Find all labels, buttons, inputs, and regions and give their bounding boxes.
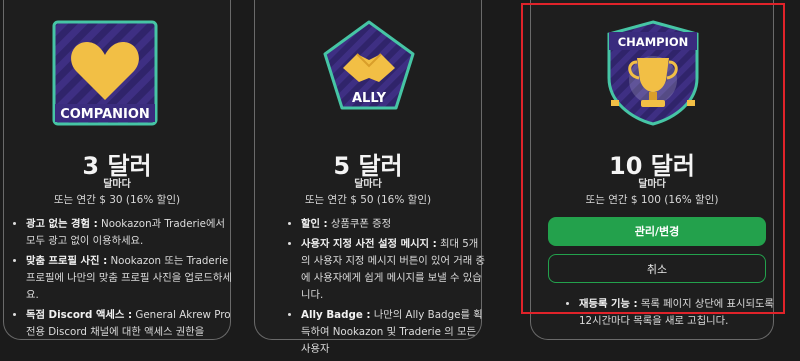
feature-title: 광고 없는 경험 : (26, 218, 98, 230)
ally-badge: ALLY (321, 18, 417, 118)
plan-card-champion: CHAMPION 10 달러 달마다 또는 연간 $ 100 (16% 할인) … (530, 0, 774, 340)
billing-period: 달마다 (354, 179, 382, 190)
feature-item: 재등록 기능 : 목록 페이지 상단에 표시되도록 12시간마다 목록을 새로 … (579, 296, 779, 330)
feature-list: 재등록 기능 : 목록 페이지 상단에 표시되도록 12시간마다 목록을 새로 … (563, 296, 779, 333)
feature-list: 할인 : 상품쿠폰 증정 사용자 지정 사전 설정 메시지 : 최대 5개의 사… (285, 216, 485, 361)
yearly-price: 또는 연간 $ 100 (16% 할인) (585, 194, 719, 206)
feature-title: 독점 Discord 액세스 : (26, 309, 133, 321)
feature-title: 재등록 기능 : (579, 298, 638, 310)
companion-badge: COMPANION (52, 20, 158, 130)
champion-badge: CHAMPION (603, 18, 703, 132)
yearly-price: 또는 연간 $ 30 (16% 할인) (53, 194, 181, 206)
badge-label: ALLY (352, 91, 387, 106)
heart-icon: COMPANION (52, 20, 158, 126)
feature-title: 맞춤 프로필 사진 : (26, 255, 108, 267)
feature-item: 할인 : 상품쿠폰 증정 (301, 216, 485, 233)
cancel-button[interactable]: 취소 (548, 254, 766, 283)
badge-label: COMPANION (60, 107, 150, 122)
feature-title: 할인 : (301, 218, 328, 230)
billing-period: 달마다 (103, 179, 131, 190)
feature-title: Ally Badge : (301, 309, 371, 321)
manage-button[interactable]: 관리/변경 (548, 217, 766, 246)
yearly-price: 또는 연간 $ 50 (16% 할인) (304, 194, 432, 206)
badge-label: CHAMPION (618, 35, 689, 49)
feature-item: 광고 없는 경험 : Nookazon과 Traderie에서 모두 광고 없이… (26, 216, 232, 250)
feature-title: 사용자 지정 사전 설정 메시지 : (301, 238, 437, 250)
feature-item: Ally Badge : 나만의 Ally Badge를 획득하여 Nookaz… (301, 307, 485, 358)
feature-list: 광고 없는 경험 : Nookazon과 Traderie에서 모두 광고 없이… (10, 216, 232, 344)
feature-item: 맞춤 프로필 사진 : Nookazon 또는 Traderie 프로필에 나만… (26, 253, 232, 304)
feature-text: 상품쿠폰 증정 (327, 218, 392, 230)
plan-card-companion: COMPANION 3 달러 달마다 또는 연간 $ 30 (16% 할인) 광… (3, 0, 232, 340)
plan-card-ally: ALLY 5 달러 달마다 또는 연간 $ 50 (16% 할인) 할인 : 상… (254, 0, 485, 355)
billing-period: 달마다 (638, 179, 666, 190)
feature-item: 사용자 지정 사전 설정 메시지 : 최대 5개의 사용자 지정 메시지 버튼이… (301, 236, 485, 304)
feature-item: 독점 Discord 액세스 : General Akrew Pro 전용 Di… (26, 307, 232, 341)
handshake-icon: ALLY (323, 20, 415, 110)
trophy-icon: CHAMPION (607, 20, 699, 126)
